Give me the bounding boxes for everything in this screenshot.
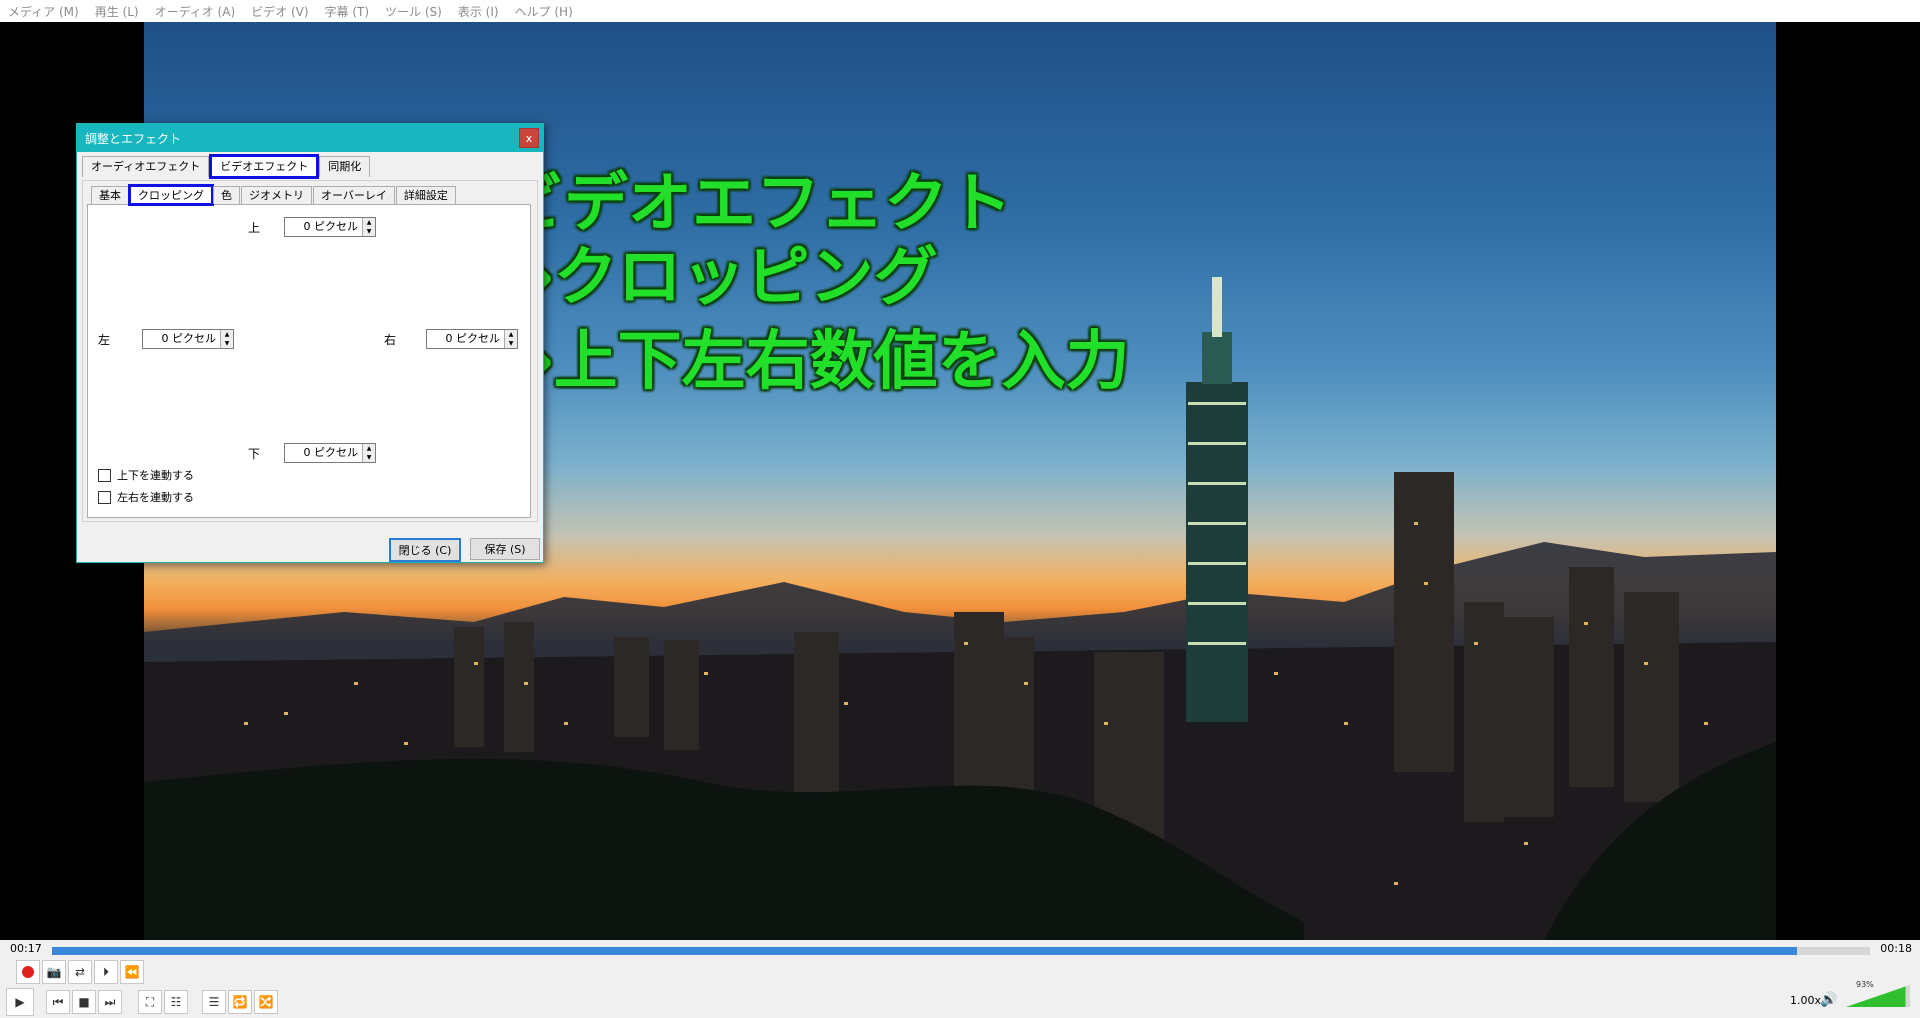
tab-audio-effects[interactable]: オーディオエフェクト — [82, 156, 210, 177]
cropping-panel: 上 0 ピクセル ▲ ▼ 左 0 ピクセル ▲ ▼ 右 0 ピクセル ▲ ▼ 下 0 … — [87, 204, 531, 518]
frame-step-icon: ⏵ — [102, 964, 109, 979]
checkbox-icon[interactable] — [98, 490, 111, 504]
crop-bottom-value: 0 ピクセル — [303, 446, 359, 459]
loop-ab-icon: ⇄ — [74, 965, 86, 979]
previous-icon: ⏮ — [52, 994, 64, 1009]
menu-video[interactable]: ビデオ (V) — [243, 3, 316, 20]
menu-view[interactable]: 表示 (I) — [450, 3, 507, 20]
subtab-cropping[interactable]: クロッピング — [128, 184, 214, 206]
crop-left-spinbox[interactable]: 0 ピクセル ▲ ▼ — [142, 329, 234, 349]
subtab-geometry[interactable]: ジオメトリ — [241, 186, 312, 204]
seek-bar[interactable] — [52, 947, 1870, 955]
close-button[interactable]: 閉じる (C) — [389, 538, 461, 562]
playlist-button[interactable]: ☰ — [202, 990, 226, 1014]
annotation-overlay: ビデオエフェクト →クロッピング →上下左右数値を入力 — [500, 172, 1130, 394]
fullscreen-icon: ⛶ — [145, 994, 155, 1009]
playlist-icon: ☰ — [208, 995, 220, 1009]
annotation-line-2: →クロッピング — [500, 241, 938, 315]
subtab-color[interactable]: 色 — [213, 186, 240, 204]
sync-left-right-label: 左右を連動する — [117, 491, 194, 504]
close-icon[interactable]: x — [519, 128, 539, 148]
previous-button[interactable]: ⏮ — [46, 990, 70, 1014]
menu-subtitle[interactable]: 字幕 (T) — [317, 3, 378, 20]
label-left: 左 — [98, 333, 111, 347]
menu-audio[interactable]: オーディオ (A) — [147, 3, 244, 20]
slower-button[interactable]: ⏪ — [120, 960, 144, 984]
loop-button[interactable]: 🔁 — [228, 990, 252, 1014]
subtab-advanced[interactable]: 詳細設定 — [395, 186, 456, 204]
snapshot-button[interactable]: 📷 — [42, 960, 66, 984]
crop-top-value: 0 ピクセル — [303, 220, 359, 233]
extended-settings-button[interactable]: ☷ — [164, 990, 188, 1014]
crop-right-value: 0 ピクセル — [445, 332, 501, 345]
loop-icon: 🔁 — [232, 995, 248, 1009]
sync-top-bottom-checkbox[interactable]: 上下を連動する — [98, 467, 194, 483]
shuffle-icon: 🔀 — [258, 995, 274, 1009]
next-icon: ⏭ — [104, 994, 116, 1009]
menu-playback[interactable]: 再生 (L) — [87, 3, 147, 20]
stop-icon: ■ — [78, 995, 90, 1009]
sync-top-bottom-label: 上下を連動する — [117, 469, 194, 482]
record-button[interactable] — [16, 960, 40, 984]
time-total: 00:18 — [1880, 942, 1912, 955]
play-button[interactable]: ▶ — [6, 988, 34, 1016]
video-effects-subtabs: 基本 クロッピング 色 ジオメトリ オーバーレイ 詳細設定 — [91, 184, 457, 206]
player-controls: 00:17 00:18 📷 ⇄ ⏵ ⏪ ▶ ⏮ ■ ⏭ ⛶ ☷ ☰ 🔁 🔀 1.… — [0, 940, 1920, 1018]
subtab-overlay[interactable]: オーバーレイ — [313, 186, 395, 204]
speaker-icon[interactable]: 🔊 — [1820, 992, 1837, 1008]
annotation-line-1: ビデオエフェクト — [500, 167, 1012, 241]
sync-left-right-checkbox[interactable]: 左右を連動する — [98, 489, 194, 505]
checkbox-icon[interactable] — [98, 468, 111, 482]
subtab-basic[interactable]: 基本 — [91, 186, 129, 204]
time-elapsed: 00:17 — [10, 942, 42, 955]
spin-arrows-icon[interactable]: ▲ ▼ — [362, 218, 375, 236]
spin-arrows-icon[interactable]: ▲ ▼ — [220, 330, 233, 348]
crop-left-value: 0 ピクセル — [161, 332, 217, 345]
menu-media[interactable]: メディア (M) — [0, 3, 87, 20]
playback-rate[interactable]: 1.00x — [1790, 994, 1821, 1007]
crop-right-spinbox[interactable]: 0 ピクセル ▲ ▼ — [426, 329, 518, 349]
spin-arrows-icon[interactable]: ▲ ▼ — [362, 444, 375, 462]
menu-help[interactable]: ヘルプ (H) — [507, 3, 581, 20]
volume-level — [1846, 986, 1906, 1007]
frame-step-button[interactable]: ⏵ — [94, 960, 118, 984]
tab-synchronization[interactable]: 同期化 — [319, 156, 371, 177]
dialog-titlebar[interactable]: 調整とエフェクト x — [77, 124, 543, 152]
annotation-line-3: →上下左右数値を入力 — [500, 325, 1130, 399]
tab-video-effects[interactable]: ビデオエフェクト — [209, 154, 320, 179]
camera-icon: 📷 — [46, 965, 62, 979]
crop-bottom-spinbox[interactable]: 0 ピクセル ▲ ▼ — [284, 443, 376, 463]
seek-progress — [52, 947, 1798, 955]
fullscreen-button[interactable]: ⛶ — [138, 990, 162, 1014]
equalizer-icon: ☷ — [170, 995, 182, 1009]
crop-top-spinbox[interactable]: 0 ピクセル ▲ ▼ — [284, 217, 376, 237]
label-bottom: 下 — [248, 447, 261, 461]
next-button[interactable]: ⏭ — [98, 990, 122, 1014]
loop-ab-button[interactable]: ⇄ — [68, 960, 92, 984]
rewind-icon: ⏪ — [124, 965, 140, 979]
volume-slider[interactable] — [1846, 985, 1910, 1007]
spin-arrows-icon[interactable]: ▲ ▼ — [504, 330, 517, 348]
dialog-title: 調整とエフェクト — [85, 131, 182, 146]
stop-button[interactable]: ■ — [72, 990, 96, 1014]
menu-tools[interactable]: ツール (S) — [377, 3, 450, 20]
main-tabs: オーディオエフェクト ビデオエフェクト 同期化 — [82, 154, 372, 179]
shuffle-button[interactable]: 🔀 — [254, 990, 278, 1014]
record-icon — [22, 966, 34, 978]
effects-dialog: 調整とエフェクト x オーディオエフェクト ビデオエフェクト 同期化 上 0 ピ… — [76, 123, 544, 563]
save-button[interactable]: 保存 (S) — [470, 538, 540, 560]
menu-bar: メディア (M) 再生 (L) オーディオ (A) ビデオ (V) 字幕 (T)… — [0, 0, 1920, 22]
label-right: 右 — [384, 333, 397, 347]
label-top: 上 — [248, 221, 261, 235]
play-icon: ▶ — [15, 995, 25, 1009]
